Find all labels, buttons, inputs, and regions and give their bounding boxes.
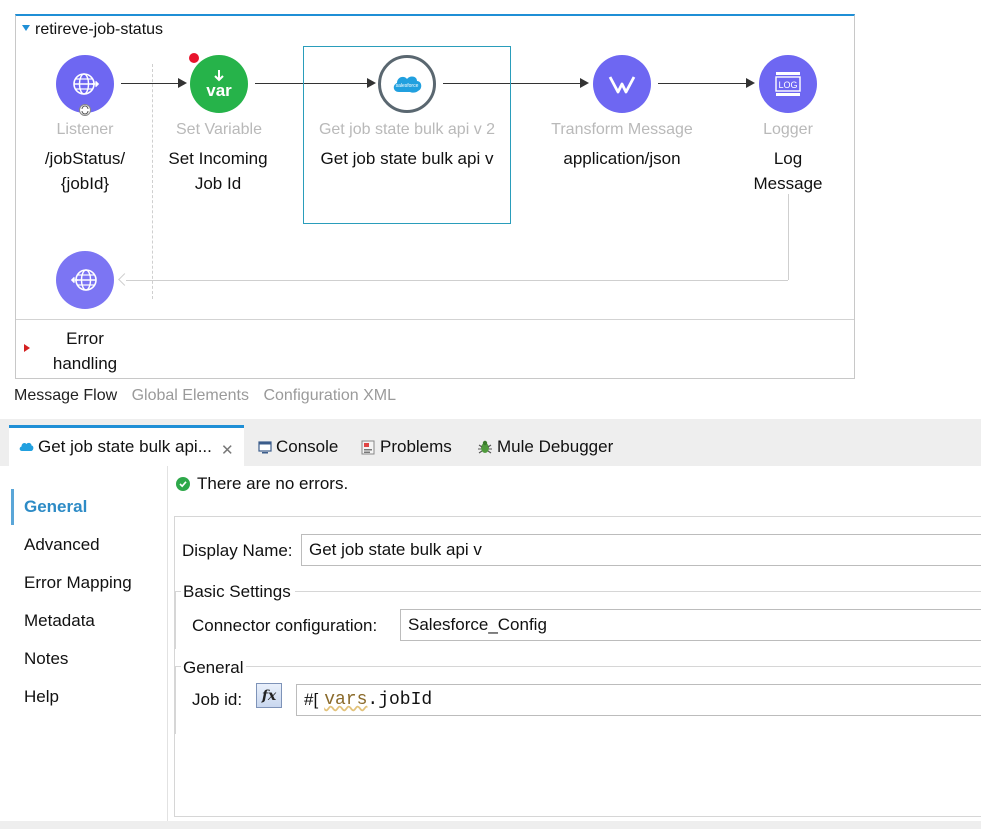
problems-icon bbox=[361, 440, 376, 455]
error-handling-divider bbox=[16, 319, 854, 320]
display-name-label: Display Name: bbox=[182, 541, 293, 560]
set-variable-node[interactable]: var bbox=[190, 55, 248, 113]
salesforce-cloud-icon: salesforce bbox=[393, 76, 422, 93]
globe-icon bbox=[70, 269, 97, 291]
arrow-head-icon bbox=[746, 78, 755, 88]
connector-arrow bbox=[658, 83, 746, 84]
expression-rest: .jobId bbox=[367, 690, 433, 710]
bottom-edge bbox=[0, 821, 981, 829]
group-border bbox=[175, 666, 176, 734]
return-path bbox=[788, 194, 789, 280]
node-type-transform: Transform Message bbox=[551, 121, 693, 138]
validation-status: There are no errors. bbox=[176, 474, 348, 494]
dataweave-icon bbox=[608, 76, 636, 94]
salesforce-cloud-icon bbox=[18, 441, 34, 453]
fx-toggle-button[interactable]: fx bbox=[256, 683, 282, 708]
tab-console[interactable]: Console bbox=[258, 437, 338, 457]
log-icon-text: LOG bbox=[778, 80, 797, 90]
nav-selected-indicator bbox=[11, 489, 14, 525]
bug-icon bbox=[477, 439, 493, 455]
nav-item-metadata[interactable]: Metadata bbox=[24, 611, 95, 631]
general-group-title: General bbox=[183, 658, 244, 677]
display-name-field[interactable]: Get job state bulk api v bbox=[301, 534, 981, 566]
expand-triangle-icon[interactable] bbox=[24, 344, 30, 352]
expression-value: vars.jobId bbox=[324, 690, 432, 710]
node-label-logger: Log Message bbox=[753, 149, 823, 193]
node-type-set-variable: Set Variable bbox=[176, 121, 262, 138]
connector-configuration-label: Connector configuration: bbox=[192, 616, 378, 635]
tab-get-job-state-label: Get job state bulk api... bbox=[38, 437, 212, 456]
group-border bbox=[246, 666, 981, 667]
editor-tabs: Message Flow Global Elements Configurati… bbox=[14, 387, 406, 405]
nav-item-error-mapping[interactable]: Error Mapping bbox=[24, 573, 132, 593]
expression-var: vars bbox=[324, 690, 368, 710]
error-handling-label[interactable]: Error handling bbox=[40, 326, 130, 376]
tab-problems[interactable]: Problems bbox=[361, 437, 452, 457]
close-tab-icon[interactable]: ✕ bbox=[221, 441, 234, 459]
tab-problems-label: Problems bbox=[380, 437, 452, 456]
tab-console-label: Console bbox=[276, 437, 339, 456]
node-type-salesforce: Get job state bulk api v 2 bbox=[318, 121, 496, 138]
node-label-salesforce: Get job state bulk api v bbox=[320, 149, 494, 168]
breakpoint-dot[interactable] bbox=[189, 53, 199, 63]
logger-node[interactable]: LOG bbox=[759, 55, 817, 113]
return-path bbox=[126, 280, 788, 281]
properties-nav bbox=[10, 466, 168, 829]
tab-message-flow[interactable]: Message Flow bbox=[14, 387, 117, 404]
flow-name: retireve-job-status bbox=[35, 21, 164, 38]
transform-message-node[interactable] bbox=[593, 55, 651, 113]
listener-response-node[interactable] bbox=[56, 251, 114, 309]
validation-status-text: There are no errors. bbox=[197, 474, 349, 493]
group-border bbox=[295, 591, 981, 592]
var-icon: var bbox=[206, 81, 232, 100]
expression-prefix: #[ bbox=[304, 690, 319, 709]
nav-item-notes[interactable]: Notes bbox=[24, 649, 68, 669]
check-circle-icon bbox=[176, 477, 190, 491]
console-icon bbox=[258, 440, 272, 454]
connector-configuration-select[interactable]: Salesforce_Config bbox=[400, 609, 981, 641]
tab-get-job-state[interactable]: Get job state bulk api... bbox=[18, 437, 212, 457]
nav-item-general[interactable]: General bbox=[24, 497, 87, 517]
group-border bbox=[175, 591, 176, 649]
collapse-triangle-icon[interactable] bbox=[22, 24, 30, 31]
globe-icon bbox=[73, 73, 100, 95]
node-label-set-variable: Set Incoming Job Id bbox=[168, 149, 268, 193]
node-type-listener: Listener bbox=[56, 121, 114, 138]
source-divider bbox=[152, 64, 153, 299]
basic-settings-title: Basic Settings bbox=[183, 582, 291, 601]
node-type-logger: Logger bbox=[763, 121, 813, 138]
tab-global-elements[interactable]: Global Elements bbox=[132, 387, 249, 404]
sync-icon bbox=[79, 104, 91, 116]
tab-mule-debugger[interactable]: Mule Debugger bbox=[477, 437, 613, 457]
connector-arrow bbox=[121, 83, 179, 84]
arrow-head-icon bbox=[178, 78, 187, 88]
tab-configuration-xml[interactable]: Configuration XML bbox=[263, 387, 396, 404]
salesforce-logo-text: salesforce bbox=[396, 83, 419, 89]
tab-mule-debugger-label: Mule Debugger bbox=[497, 437, 614, 456]
nav-item-advanced[interactable]: Advanced bbox=[24, 535, 100, 555]
job-id-label: Job id: bbox=[192, 690, 243, 709]
salesforce-node[interactable]: salesforce bbox=[378, 55, 436, 113]
flow-title[interactable]: retireve-job-status bbox=[22, 21, 163, 39]
nav-item-help[interactable]: Help bbox=[24, 687, 59, 707]
arrow-head-icon bbox=[580, 78, 589, 88]
log-icon: LOG bbox=[775, 72, 801, 96]
job-id-expression-input[interactable]: #[ vars.jobId bbox=[296, 684, 981, 716]
node-label-transform: application/json bbox=[563, 149, 681, 168]
node-label-listener: /jobStatus/ {jobId} bbox=[44, 149, 126, 193]
